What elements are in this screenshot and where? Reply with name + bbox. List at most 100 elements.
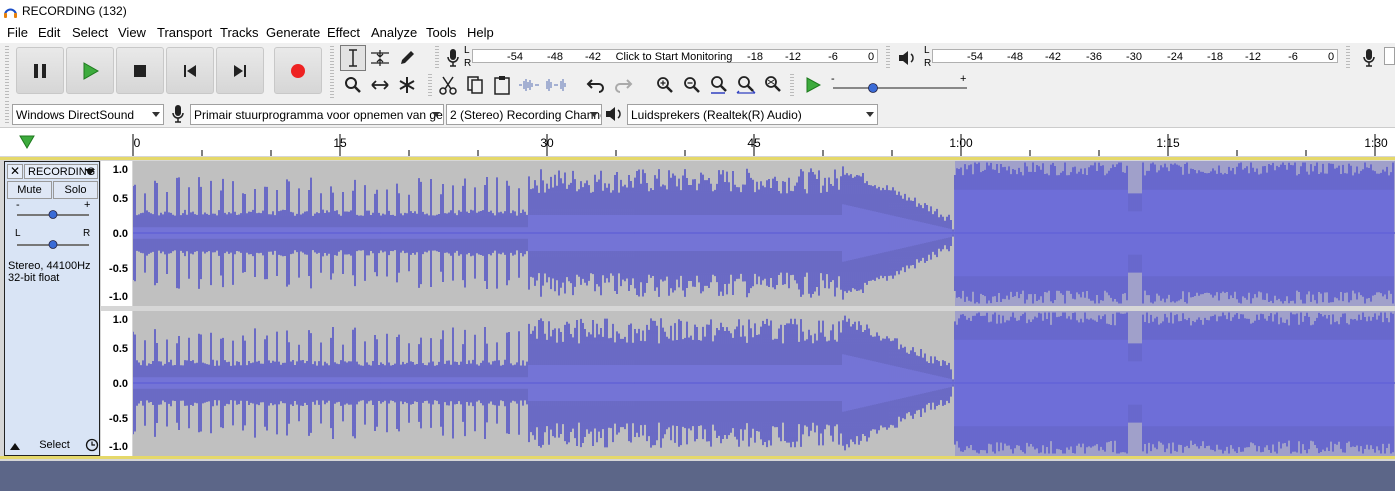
- record-volume-field[interactable]: [1384, 47, 1395, 65]
- record-volume-button[interactable]: [1356, 45, 1382, 71]
- menu-transport[interactable]: Transport: [157, 25, 212, 40]
- play-at-speed-button[interactable]: [800, 72, 826, 98]
- select-track-button[interactable]: Select: [23, 437, 86, 455]
- double-arrow-icon: [371, 80, 389, 90]
- toolbar-grip[interactable]: [5, 101, 9, 125]
- draw-tool-button[interactable]: [394, 45, 420, 71]
- toolbar-grip[interactable]: [5, 46, 9, 98]
- timeline-label: 1:30: [1364, 136, 1388, 150]
- scissors-icon: [439, 76, 457, 95]
- close-track-button[interactable]: ✕: [7, 164, 23, 179]
- playback-meter-tick: 0: [1327, 51, 1335, 63]
- skip-to-end-button[interactable]: [216, 47, 264, 94]
- waveform-right-channel[interactable]: [133, 311, 1395, 456]
- zoom-toggle-button[interactable]: [760, 72, 786, 98]
- timeline-label: 45: [747, 136, 761, 150]
- toolbar-grip[interactable]: [435, 46, 439, 70]
- undo-button[interactable]: [583, 72, 609, 98]
- play-button[interactable]: [66, 47, 114, 94]
- menu-view[interactable]: View: [118, 25, 146, 40]
- menu-file[interactable]: File: [7, 25, 28, 40]
- recording-device-select[interactable]: Primair stuurprogramma voor opnemen van …: [190, 104, 444, 125]
- menu-analyze[interactable]: Analyze: [371, 25, 417, 40]
- time-shift-tool-button[interactable]: [367, 72, 393, 98]
- toolbar-grip[interactable]: [1346, 46, 1350, 70]
- vertical-ruler-left-channel[interactable]: 1.0 0.5 0.0 -0.5 -1.0: [101, 161, 132, 306]
- gain-slider-thumb[interactable]: [48, 209, 58, 220]
- chevron-down-icon: [866, 112, 874, 117]
- y-tick: -1.0: [109, 441, 128, 453]
- gain-max-label: +: [84, 199, 91, 211]
- pan-slider-thumb[interactable]: [48, 239, 58, 250]
- paste-icon: [494, 76, 510, 95]
- skip-to-start-button[interactable]: [166, 47, 214, 94]
- menu-edit[interactable]: Edit: [38, 25, 60, 40]
- waveform-left-channel[interactable]: [133, 161, 1395, 306]
- audio-host-select[interactable]: Windows DirectSound: [12, 104, 164, 125]
- mute-button[interactable]: Mute: [7, 181, 52, 199]
- menu-select[interactable]: Select: [72, 25, 108, 40]
- playback-meter[interactable]: -54 -48 -42 -36 -30 -24 -18 -12 -6 0: [932, 49, 1338, 63]
- clock-icon[interactable]: [85, 438, 99, 452]
- playback-meter-tick: -48: [1007, 51, 1023, 63]
- speed-slider-thumb[interactable]: [868, 82, 879, 94]
- menu-generate[interactable]: Generate: [266, 25, 320, 40]
- fit-selection-button[interactable]: [706, 72, 732, 98]
- zoom-in-button[interactable]: [652, 72, 678, 98]
- record-meter[interactable]: -54 -48 -42 Click to Start Monitoring -1…: [472, 49, 878, 63]
- empty-track-area[interactable]: [0, 461, 1395, 491]
- envelope-icon: [371, 50, 389, 66]
- record-meter-button[interactable]: [440, 45, 466, 71]
- record-meter-left-label: L: [464, 45, 470, 56]
- playback-meter-tick: -54: [967, 51, 983, 63]
- pause-button[interactable]: [16, 47, 64, 94]
- multi-tool-button[interactable]: [394, 72, 420, 98]
- playback-meter-right-label: R: [924, 58, 932, 69]
- y-tick: -1.0: [109, 291, 128, 303]
- collapse-track-icon[interactable]: [8, 440, 22, 452]
- playback-meter-tick: -6: [1288, 51, 1298, 63]
- envelope-tool-button[interactable]: [367, 45, 393, 71]
- recording-channels-select[interactable]: 2 (Stereo) Recording Channels: [446, 104, 602, 125]
- trim-audio-button[interactable]: [516, 72, 542, 98]
- toolbar-grip[interactable]: [428, 74, 432, 98]
- paste-button[interactable]: [489, 72, 515, 98]
- y-tick: 0.0: [112, 378, 128, 390]
- copy-button[interactable]: [462, 72, 488, 98]
- zoom-tool-button[interactable]: [340, 72, 366, 98]
- toolbar-grip[interactable]: [886, 46, 890, 70]
- silence-icon: [546, 79, 566, 91]
- toolbar-grip[interactable]: [330, 46, 334, 98]
- cut-button[interactable]: [435, 72, 461, 98]
- record-meter-monitor-prompt: Click to Start Monitoring: [615, 51, 733, 63]
- timeline-ruler[interactable]: 0 15 30 45 1:00 1:15 1:30: [0, 127, 1395, 157]
- close-icon: ✕: [9, 164, 21, 178]
- record-meter-tick: -54: [507, 51, 523, 63]
- menu-effect[interactable]: Effect: [327, 25, 360, 40]
- play-icon: [806, 77, 821, 93]
- silence-audio-button[interactable]: [543, 72, 569, 98]
- menu-help[interactable]: Help: [467, 25, 494, 40]
- fit-project-button[interactable]: [733, 72, 759, 98]
- selection-tool-button[interactable]: [340, 45, 366, 71]
- zoom-out-button[interactable]: [679, 72, 705, 98]
- toolbar-grip[interactable]: [790, 74, 794, 98]
- playback-meter-button[interactable]: [894, 45, 920, 71]
- redo-button[interactable]: [610, 72, 636, 98]
- record-meter-tick: -12: [785, 51, 801, 63]
- playback-device-select[interactable]: Luidsprekers (Realtek(R) Audio): [627, 104, 878, 125]
- skip-to-end-icon: [234, 64, 246, 77]
- recording-device-value: Primair stuurprogramma voor opnemen van …: [194, 108, 444, 122]
- vertical-ruler-right-channel[interactable]: 1.0 0.5 0.0 -0.5 -1.0: [101, 311, 132, 456]
- stop-button[interactable]: [116, 47, 164, 94]
- solo-button[interactable]: Solo: [53, 181, 98, 199]
- track-menu-button[interactable]: RECORDING: [24, 164, 98, 179]
- zoom-toggle-icon: [765, 76, 781, 92]
- record-button[interactable]: [274, 47, 322, 94]
- playback-speed-slider[interactable]: - +: [829, 73, 971, 95]
- zoom-fit-icon: [736, 76, 756, 94]
- menu-tools[interactable]: Tools: [426, 25, 456, 40]
- pencil-icon: [401, 51, 414, 64]
- menu-tracks[interactable]: Tracks: [220, 25, 259, 40]
- timeline-label: 1:15: [1156, 136, 1180, 150]
